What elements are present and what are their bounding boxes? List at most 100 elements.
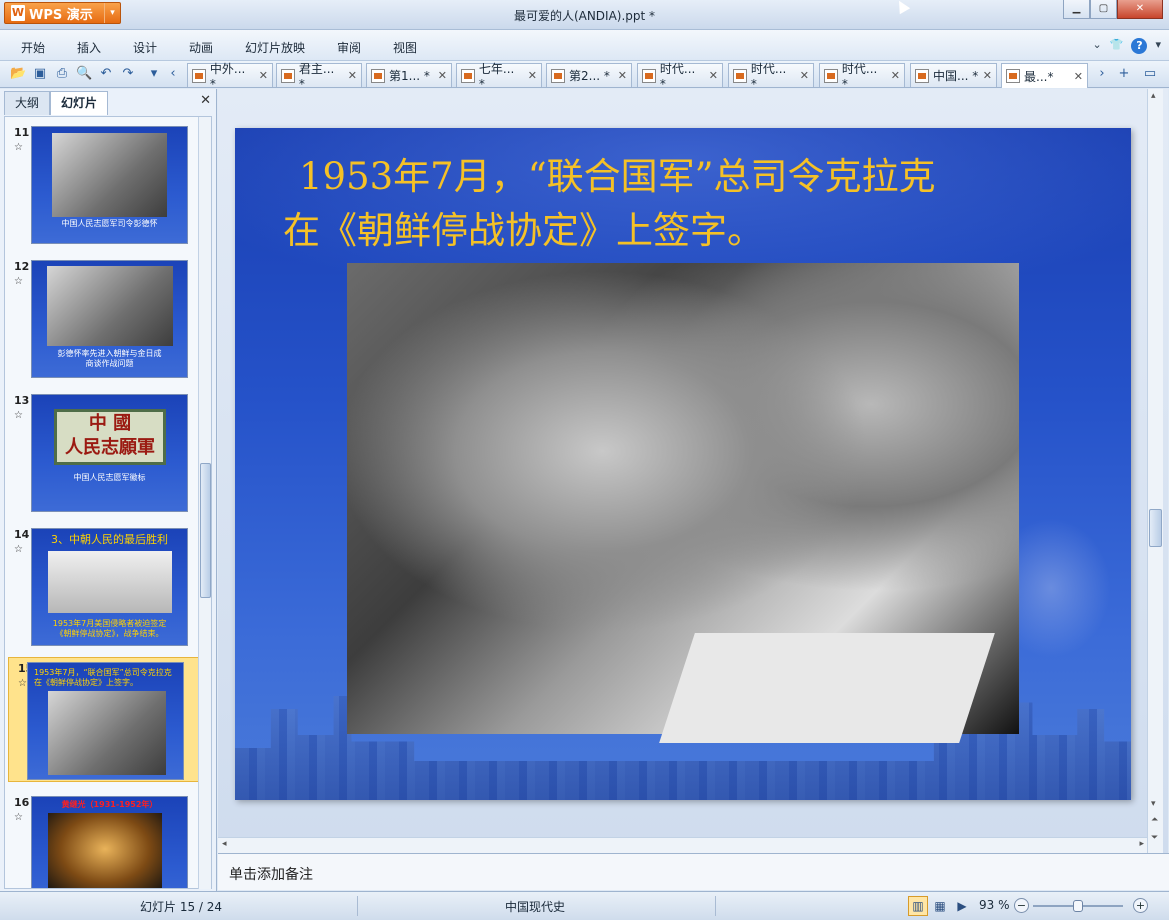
- slideshow-icon[interactable]: ▶: [952, 896, 972, 916]
- menu-insert[interactable]: 插入: [77, 39, 101, 56]
- close-tab-icon[interactable]: ✕: [891, 69, 900, 82]
- close-tab-icon[interactable]: ✕: [438, 69, 447, 82]
- slide-counter: 幻灯片 15 / 24: [140, 900, 223, 914]
- doc-tab-label: 第1... *: [389, 69, 430, 83]
- close-tab-icon[interactable]: ✕: [800, 69, 809, 82]
- close-tab-icon[interactable]: ✕: [709, 69, 718, 82]
- new-tab-icon[interactable]: +: [1116, 66, 1132, 82]
- doc-tab[interactable]: 君主... * ✕: [276, 62, 362, 91]
- menu-animation[interactable]: 动画: [189, 39, 213, 56]
- ppt-file-icon: [461, 68, 475, 83]
- doc-tab[interactable]: 时代... * ✕: [728, 62, 814, 91]
- tab-list-icon[interactable]: ▭: [1142, 66, 1158, 82]
- scroll-down-icon[interactable]: ▾: [1151, 799, 1156, 809]
- scroll-left-icon[interactable]: ◂: [222, 839, 227, 849]
- slide-thumbnail[interactable]: 3、中朝人民的最后胜利 1953年7月美国侵略者被迫签定 《朝鲜停战协定》，战争…: [31, 528, 188, 646]
- close-tab-icon[interactable]: ✕: [1074, 70, 1083, 83]
- thumbnail-photo: [47, 266, 173, 346]
- slide-thumbnail[interactable]: 中 國 人民志願軍 中国人民志愿军徽标: [31, 394, 188, 512]
- notes-pane[interactable]: 单击添加备注: [218, 853, 1169, 890]
- menu-view[interactable]: 视图: [393, 39, 417, 56]
- status-bar: 幻灯片 15 / 24 中国现代史 ▥ ▦ ▶ 93 % − +: [0, 891, 1169, 920]
- zoom-level: 93 %: [979, 898, 1010, 912]
- slide-thumbnail[interactable]: 彭德怀率先进入朝鲜与金日成 商谈作战问题: [31, 260, 188, 378]
- chevron-down-icon[interactable]: ▾: [1155, 38, 1161, 54]
- doc-tab-label: 时代... *: [659, 62, 696, 91]
- menu-home[interactable]: 开始: [21, 39, 45, 56]
- doc-tab[interactable]: 第2... * ✕: [546, 63, 632, 87]
- scroll-right-icon[interactable]: ▸: [1139, 839, 1144, 849]
- scroll-up-icon[interactable]: ▴: [1151, 91, 1156, 101]
- menu-review[interactable]: 审阅: [337, 39, 361, 56]
- open-folder-icon[interactable]: 📂: [10, 66, 26, 82]
- scroll-thumb[interactable]: [1149, 509, 1162, 547]
- vertical-scrollbar[interactable]: ▴ ▾ ⏶ ⏷: [1147, 89, 1163, 853]
- close-pane-icon[interactable]: ✕: [200, 93, 211, 108]
- thumbnail-scrollbar[interactable]: [198, 117, 211, 889]
- next-slide-icon[interactable]: ⏷: [1151, 833, 1158, 843]
- minimize-button[interactable]: ▁: [1063, 0, 1090, 19]
- notes-placeholder[interactable]: 单击添加备注: [229, 864, 313, 884]
- slide-editor: 1953年7月，“联合国军”总司令克拉克 在《朝鲜停战协定》上签字。: [218, 89, 1168, 853]
- tab-slides[interactable]: 幻灯片: [50, 91, 109, 115]
- shirt-icon[interactable]: 👕: [1110, 38, 1124, 54]
- thumbnail-caption: 彭德怀率先进入朝鲜与金日成 商谈作战问题: [57, 349, 162, 368]
- doc-tab[interactable]: 中外... * ✕: [187, 62, 273, 91]
- save-icon[interactable]: ▣: [32, 66, 48, 82]
- window-title: 最可爱的人(ANDIA).ppt *: [513, 9, 656, 23]
- help-icon[interactable]: ?: [1131, 38, 1148, 54]
- customize-arrow-icon[interactable]: ▾: [146, 66, 162, 82]
- ppt-file-icon: [642, 68, 656, 83]
- chevron-down-icon[interactable]: ⌄: [1093, 38, 1102, 54]
- signing-photo[interactable]: [347, 263, 1019, 743]
- thumbnail-caption: 1953年7月美国侵略者被迫签定 《朝鲜停战协定》，战争结束。: [52, 619, 167, 638]
- slide-title[interactable]: 1953年7月，“联合国军”总司令克拉克 在《朝鲜停战协定》上签字。: [283, 150, 1083, 258]
- zoom-in-icon[interactable]: +: [1133, 898, 1148, 913]
- close-window-button[interactable]: ✕: [1117, 0, 1163, 19]
- close-tab-icon[interactable]: ✕: [348, 69, 357, 82]
- thumbnail-item[interactable]: 13 ☆ 中 國 人民志願軍 中国人民志愿军徽标: [5, 390, 199, 516]
- previous-slide-icon[interactable]: ⏶: [1151, 815, 1158, 825]
- thumbnail-item[interactable]: 12 ☆ 彭德怀率先进入朝鲜与金日成 商谈作战问题: [5, 256, 199, 382]
- slide-canvas[interactable]: 1953年7月，“联合国军”总司令克拉克 在《朝鲜停战协定》上签字。: [235, 128, 1131, 800]
- ppt-file-icon: [733, 68, 747, 83]
- redo-icon[interactable]: ↷: [120, 66, 136, 82]
- tabs-scroll-right-icon[interactable]: ›: [1094, 66, 1110, 82]
- slide-sorter-icon[interactable]: ▦: [930, 896, 950, 916]
- zoom-slider-handle[interactable]: [1073, 900, 1083, 912]
- horizontal-scrollbar[interactable]: ◂ ▸: [218, 837, 1148, 853]
- thumbnail-item[interactable]: 16 ☆ 黄继光（1931-1952年）: [5, 792, 199, 888]
- doc-tab-label: 最...*: [1024, 69, 1054, 84]
- doc-tab[interactable]: 时代... * ✕: [819, 62, 905, 91]
- slide-thumbnail[interactable]: 黄继光（1931-1952年）: [31, 796, 188, 888]
- menu-slideshow[interactable]: 幻灯片放映: [245, 39, 305, 56]
- doc-tab[interactable]: 时代... * ✕: [637, 62, 723, 91]
- print-preview-icon[interactable]: 🔍: [76, 66, 92, 82]
- close-tab-icon[interactable]: ✕: [259, 69, 268, 82]
- slide-thumbnail[interactable]: 中国人民志愿军司令彭德怀: [31, 126, 188, 244]
- tab-outline[interactable]: 大纲: [4, 91, 51, 115]
- ppt-file-icon: [824, 68, 838, 83]
- doc-tab[interactable]: 七年... * ✕: [456, 62, 542, 91]
- zoom-out-icon[interactable]: −: [1014, 898, 1029, 913]
- animation-star-icon: ☆: [14, 142, 23, 153]
- maximize-button[interactable]: ▢: [1090, 0, 1117, 19]
- close-tab-icon[interactable]: ✕: [528, 69, 537, 82]
- close-tab-icon[interactable]: ✕: [618, 69, 627, 82]
- undo-icon[interactable]: ↶: [98, 66, 114, 82]
- doc-tab-label: 时代... *: [841, 62, 878, 91]
- tabs-scroll-left-icon[interactable]: ‹: [165, 66, 181, 82]
- slide-thumbnail[interactable]: 1953年7月，“联合国军”总司令克拉克 在《朝鲜停战协定》上签字。: [27, 662, 184, 780]
- thumbnail-heading: 3、中朝人民的最后胜利: [51, 533, 168, 546]
- thumbnail-item[interactable]: 14 ☆ 3、中朝人民的最后胜利 1953年7月美国侵略者被迫签定 《朝鲜停战协…: [5, 524, 199, 650]
- doc-tab[interactable]: 第1... * ✕: [366, 63, 452, 87]
- doc-tab-active[interactable]: 最...* ✕: [1001, 63, 1088, 88]
- print-icon[interactable]: ⎙: [54, 66, 70, 82]
- thumbnail-item[interactable]: 11 ☆ 中国人民志愿军司令彭德怀: [5, 122, 199, 248]
- thumbnail-item-selected[interactable]: 15 ☆ 1953年7月，“联合国军”总司令克拉克 在《朝鲜停战协定》上签字。: [8, 657, 202, 782]
- menu-design[interactable]: 设计: [133, 39, 157, 56]
- close-tab-icon[interactable]: ✕: [983, 69, 992, 82]
- doc-tab[interactable]: 中国... * ✕: [910, 63, 997, 87]
- normal-view-icon[interactable]: ▥: [908, 896, 928, 916]
- scroll-thumb[interactable]: [200, 463, 211, 598]
